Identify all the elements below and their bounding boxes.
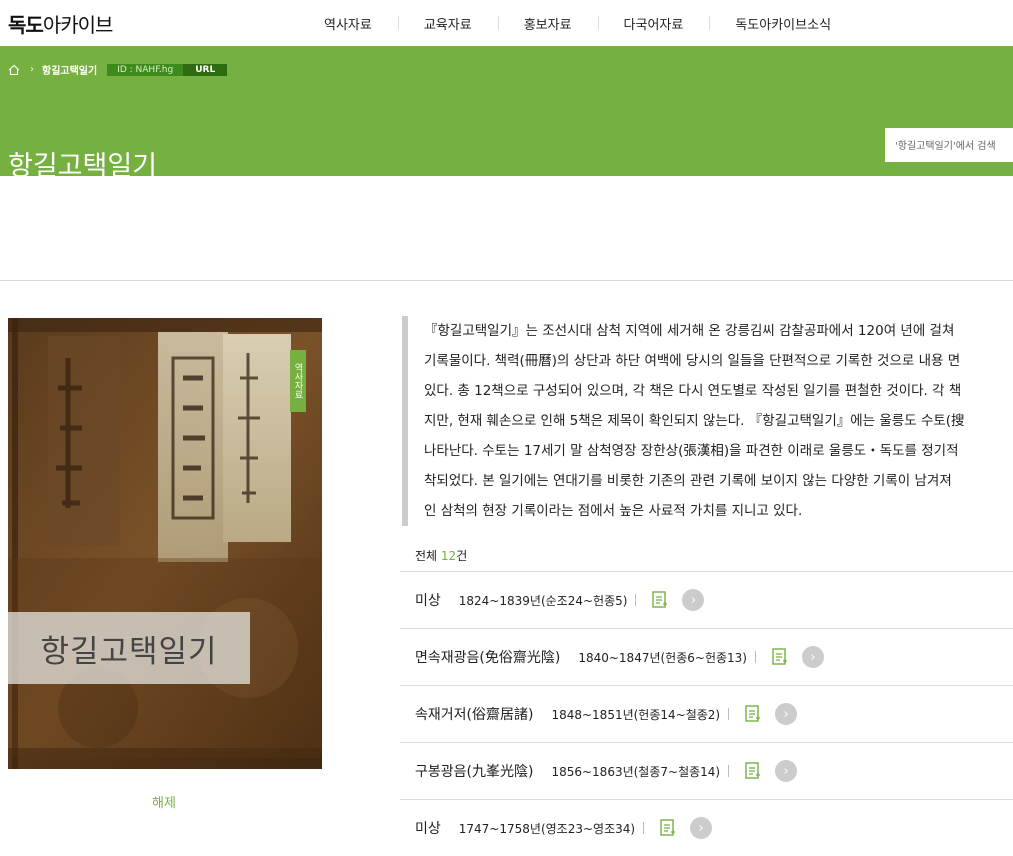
list-item[interactable]: 미상 1824~1839년(순조24~헌종5) ›	[400, 571, 1013, 628]
total-unit: 건	[456, 549, 468, 563]
logo-bold: 독도	[8, 13, 44, 37]
chevron-right-icon[interactable]: ›	[775, 760, 798, 782]
separator	[728, 708, 730, 720]
book-cover-image: 항길고택일기 역사자료	[8, 318, 322, 769]
total-label: 전체	[415, 549, 438, 563]
separator	[728, 765, 730, 777]
separator	[643, 822, 645, 834]
item-title: 구봉광음(九峯光陰)	[415, 764, 534, 780]
volume-list: 미상 1824~1839년(순조24~헌종5) › 면속재광음(免俗齋光陰) 1…	[400, 571, 1013, 856]
document-icon[interactable]	[745, 705, 761, 723]
description-line: 있다. 총 12책으로 구성되어 있으며, 각 책은 다시 연도별로 작성된 일…	[424, 383, 962, 399]
item-dates: 1856~1863년(철종7~철종14)	[551, 764, 721, 779]
nav-item-multilingual[interactable]: 다국어자료	[597, 14, 710, 33]
main-nav: 역사자료 교육자료 홍보자료 다국어자료 독도아카이브소식	[298, 0, 857, 46]
description: 『항길고택일기』는 조선시대 삼척 지역에 세거해 온 강릉김씨 감찰공파에서 …	[402, 316, 1013, 526]
category-tab: 역사자료	[290, 350, 306, 412]
item-title: 미상	[415, 593, 441, 609]
description-line: 기록물이다. 책력(冊曆)의 상단과 하단 여백에 당시의 일들을 단편적으로 …	[424, 353, 961, 369]
separator	[754, 651, 756, 663]
list-item[interactable]: 속재거저(俗齋居諸) 1848~1851년(헌종14~철종2) ›	[400, 685, 1013, 742]
item-title: 미상	[415, 821, 441, 837]
breadcrumb-current: 항길고택일기	[42, 66, 98, 77]
page-title: 항길고택일기	[8, 151, 158, 183]
description-line: 착되었다. 본 일기에는 연대기를 비롯한 기존의 관련 기록에 보이지 않는 …	[424, 473, 952, 489]
document-icon[interactable]	[772, 648, 788, 666]
nav-item-news[interactable]: 독도아카이브소식	[709, 14, 857, 33]
logo[interactable]: 독도아카이브	[8, 9, 114, 38]
divider	[0, 280, 1013, 281]
total-number: 12	[440, 549, 457, 563]
nav-item-history[interactable]: 역사자료	[298, 14, 398, 33]
id-tag: ID : NAHF.hg	[107, 63, 184, 76]
item-dates: 1747~1758년(영조23~영조34)	[458, 821, 636, 836]
document-icon[interactable]	[652, 591, 668, 609]
search-input[interactable]: '항길고택일기'에서 검색	[885, 128, 1013, 162]
cover-title: 항길고택일기	[8, 612, 250, 684]
nav-item-promotion[interactable]: 홍보자료	[497, 14, 598, 33]
document-icon[interactable]	[745, 762, 761, 780]
document-icon[interactable]	[660, 819, 676, 837]
home-icon[interactable]	[8, 64, 20, 76]
title-banner: › 항길고택일기 ID : NAHF.hg URL 항길고택일기 '항길고택일기…	[0, 46, 1013, 182]
breadcrumb: › 항길고택일기 ID : NAHF.hg URL	[8, 62, 228, 77]
chevron-right-icon[interactable]: ›	[682, 589, 705, 611]
list-item[interactable]: 면속재광음(免俗齋光陰) 1840~1847년(헌종6~헌종13) ›	[400, 628, 1013, 685]
top-bar: 독도아카이브 역사자료 교육자료 홍보자료 다국어자료 독도아카이브소식	[0, 0, 1013, 46]
chevron-right-icon[interactable]: ›	[690, 817, 713, 839]
chevron-right-icon[interactable]: ›	[801, 646, 824, 668]
description-line: 『항길고택일기』는 조선시대 삼척 지역에 세거해 온 강릉김씨 감찰공파에서 …	[424, 323, 955, 339]
description-line: 나타난다. 수토는 17세기 말 삼척영장 장한상(張漢相)을 파견한 이래로 …	[424, 443, 959, 459]
description-line: 인 삼척의 현장 기록이라는 점에서 높은 사료적 가치를 지니고 있다.	[424, 503, 803, 519]
item-title: 속재거저(俗齋居諸)	[415, 707, 534, 723]
description-line: 지만, 현재 훼손으로 인해 5책은 제목이 확인되지 않는다. 『항길고택일기…	[424, 413, 965, 429]
nav-item-education[interactable]: 교육자료	[397, 14, 498, 33]
book-cover-artwork	[8, 318, 322, 769]
list-item[interactable]: 구봉광음(九峯光陰) 1856~1863년(철종7~철종14) ›	[400, 742, 1013, 799]
chevron-right-icon: ›	[30, 64, 34, 75]
logo-rest: 아카이브	[42, 13, 114, 37]
item-dates: 1840~1847년(헌종6~헌종13)	[578, 650, 747, 665]
separator	[635, 594, 637, 606]
chevron-right-icon[interactable]: ›	[775, 703, 798, 725]
cover-caption[interactable]: 해제	[152, 792, 176, 811]
item-title: 면속재광음(免俗齋光陰)	[415, 650, 561, 666]
url-button[interactable]: URL	[183, 63, 228, 76]
total-count: 전체 12건	[415, 547, 467, 564]
list-item[interactable]: 미상 1747~1758년(영조23~영조34) ›	[400, 799, 1013, 856]
item-dates: 1824~1839년(순조24~헌종5)	[458, 593, 628, 608]
item-dates: 1848~1851년(헌종14~철종2)	[551, 707, 721, 722]
